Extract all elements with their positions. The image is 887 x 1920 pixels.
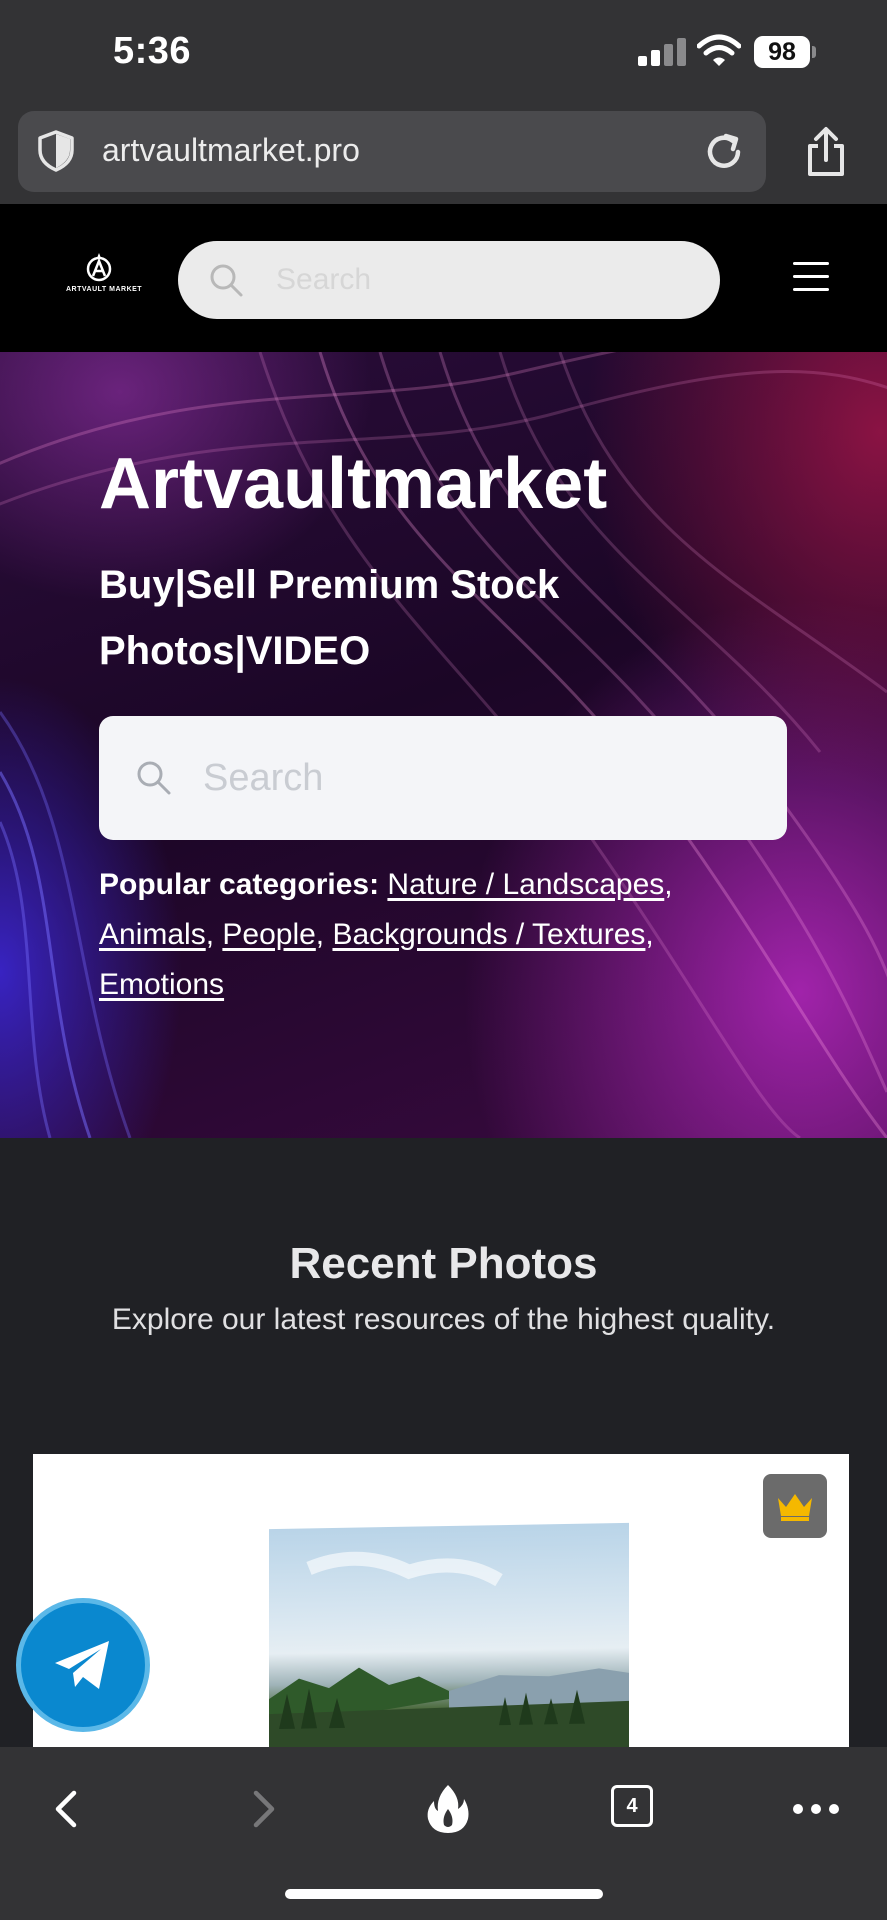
logo-mark-icon <box>86 253 112 282</box>
shield-icon[interactable] <box>34 129 78 173</box>
telegram-floating-button[interactable] <box>16 1598 150 1732</box>
home-indicator <box>285 1889 603 1899</box>
reload-icon[interactable] <box>700 128 748 176</box>
search-icon <box>210 264 243 297</box>
share-icon[interactable] <box>802 126 850 178</box>
recent-photos-subtitle: Explore our latest resources of the high… <box>111 1303 776 1336</box>
landscape-painting-image <box>269 1551 629 1754</box>
category-link-nature[interactable]: Nature / Landscapes <box>387 868 664 901</box>
battery-tip <box>812 46 816 58</box>
category-link-emotions[interactable]: Emotions <box>99 968 224 1001</box>
photo-card[interactable] <box>33 1454 849 1754</box>
browser-bottom-toolbar: 4 <box>0 1747 887 1920</box>
cellular-signal-icon <box>638 38 686 66</box>
photo-thumbnail[interactable] <box>269 1522 629 1754</box>
search-icon <box>137 761 171 795</box>
hero-search-input[interactable] <box>203 752 743 804</box>
hamburger-menu-icon[interactable] <box>793 262 829 292</box>
hero-search-bar[interactable] <box>99 716 787 840</box>
category-link-people[interactable]: People <box>222 918 315 951</box>
tabs-icon[interactable]: 4 <box>611 1785 653 1827</box>
category-link-backgrounds[interactable]: Backgrounds / Textures <box>332 918 645 951</box>
back-icon[interactable] <box>38 1779 98 1839</box>
header-search-input[interactable] <box>276 257 676 303</box>
hero-subtitle: Buy|Sell Premium Stock Photos|VIDEO <box>99 563 560 673</box>
forward-icon[interactable] <box>232 1779 292 1839</box>
category-link-animals[interactable]: Animals <box>99 918 206 951</box>
crown-icon <box>778 1494 812 1521</box>
telegram-icon <box>55 1641 109 1689</box>
flame-icon[interactable] <box>418 1779 478 1839</box>
url-text[interactable]: artvaultmarket.pro <box>102 132 360 169</box>
recent-photos-title: Recent Photos <box>289 1239 598 1288</box>
popular-categories: Popular categories: Nature / Landscapes,… <box>99 868 673 1001</box>
more-icon[interactable] <box>786 1779 846 1839</box>
url-field[interactable]: artvaultmarket.pro <box>18 111 766 192</box>
popular-categories-label: Popular categories: <box>99 868 380 901</box>
status-bar: 5:36 98 <box>0 0 887 104</box>
browser-address-bar: artvaultmarket.pro <box>0 104 887 204</box>
header-search-bar[interactable] <box>178 241 720 319</box>
premium-badge <box>763 1474 827 1538</box>
status-time: 5:36 <box>113 30 192 72</box>
wifi-icon <box>697 34 741 66</box>
logo-text: ARTVAULT MARKET <box>66 286 143 293</box>
hero-title: Artvaultmarket <box>99 444 608 524</box>
hero-banner: Artvaultmarket Buy|Sell Premium Stock Ph… <box>0 352 887 1138</box>
battery-indicator: 98 <box>754 36 810 68</box>
site-header: ARTVAULT MARKET <box>0 204 887 352</box>
site-logo[interactable]: ARTVAULT MARKET <box>66 252 143 302</box>
